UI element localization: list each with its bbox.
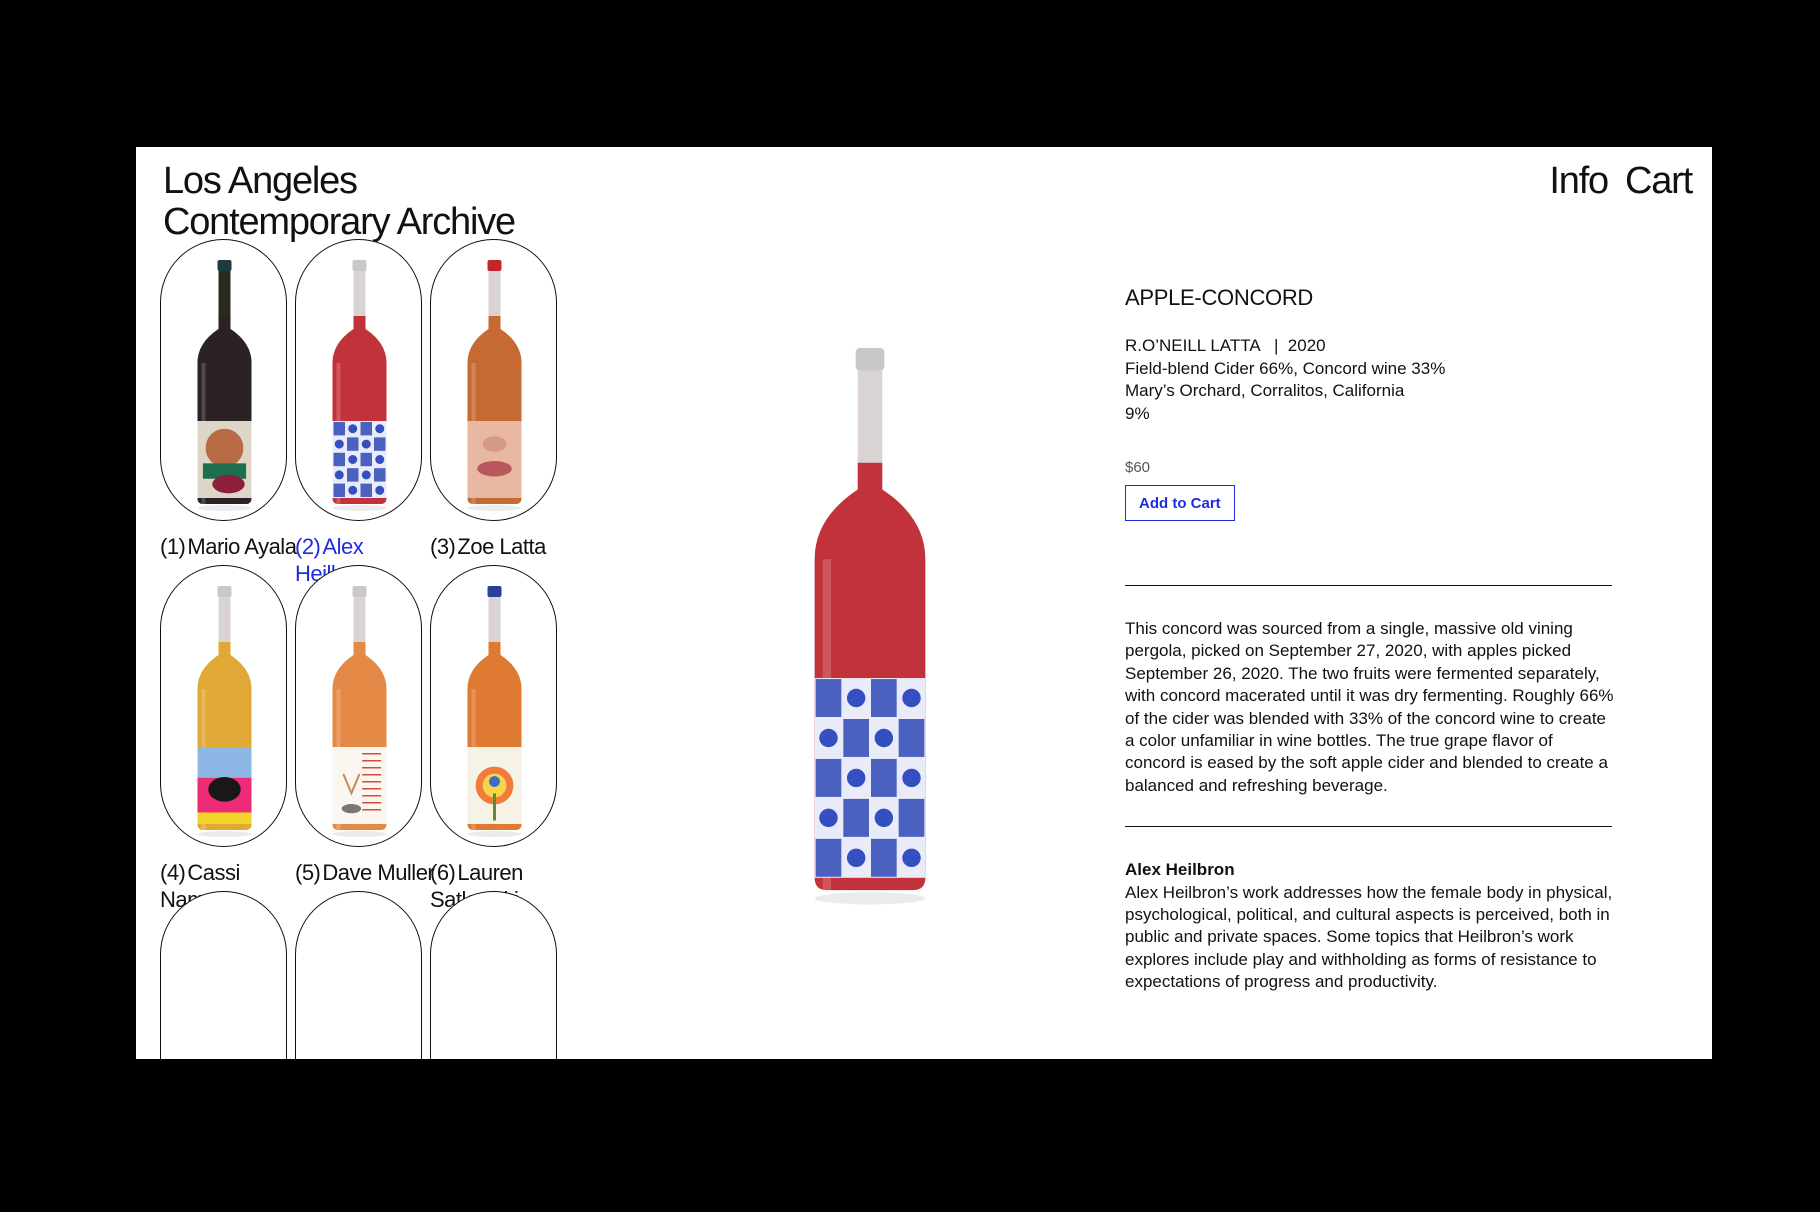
- nav-info-link[interactable]: Info: [1549, 161, 1609, 202]
- artist-number: (3): [430, 534, 456, 559]
- bottle-thumbnail[interactable]: [430, 239, 557, 521]
- artist-number: (2): [295, 534, 321, 559]
- product-price: $60: [1125, 459, 1151, 476]
- artist-name: Dave Muller: [322, 860, 435, 885]
- artist-card-label[interactable]: (5)Dave Muller: [295, 859, 445, 886]
- bottle-thumbnail[interactable]: [295, 239, 422, 521]
- artist-bio-text: Alex Heilbron’s work addresses how the f…: [1125, 882, 1613, 992]
- product-hero-image: [760, 307, 980, 927]
- bottle-thumbnail[interactable]: [160, 239, 287, 521]
- producer-line: R.O’NEILL LATTA | 2020: [1125, 336, 1326, 355]
- blend-line: Field-blend Cider 66%, Concord wine 33%: [1125, 358, 1446, 378]
- product-description: This concord was sourced from a single, …: [1125, 619, 1614, 795]
- bottle-thumbnail[interactable]: [430, 565, 557, 847]
- page-frame: Los Angeles Contemporary Archive Info Ca…: [136, 147, 1712, 1059]
- add-to-cart-button[interactable]: Add to Cart: [1125, 485, 1235, 521]
- divider: [1125, 585, 1612, 586]
- product-meta: R.O’NEILL LATTA | 2020 Field-blend Cider…: [1125, 335, 1618, 425]
- artist-number: (6): [430, 860, 456, 885]
- bottle-thumbnail[interactable]: [295, 565, 422, 847]
- product-title: APPLE-CONCORD: [1125, 285, 1314, 310]
- bottle-thumbnail-partial[interactable]: [295, 891, 422, 1059]
- top-nav: Info Cart: [1549, 161, 1693, 202]
- artist-bio-name: Alex Heilbron: [1125, 860, 1235, 880]
- product-detail: APPLE-CONCORD R.O’NEILL LATTA | 2020 Fie…: [1125, 285, 1618, 994]
- artist-number: (1): [160, 534, 186, 559]
- artist-grid: (1)Mario Ayala (2)Alex Heilbron: [136, 147, 736, 1059]
- artist-number: (5): [295, 860, 321, 885]
- origin-line: Mary’s Orchard, Corralitos, California: [1125, 381, 1405, 400]
- bottle-thumbnail-partial[interactable]: [160, 891, 287, 1059]
- abv-line: 9%: [1125, 403, 1150, 423]
- artist-name: Zoe Latta: [457, 534, 546, 559]
- divider: [1125, 826, 1612, 828]
- artist-bio-section: Alex Heilbron Alex Heilbron’s work addre…: [1125, 859, 1615, 993]
- artist-name: Mario Ayala: [187, 534, 297, 559]
- artist-number: (4): [160, 860, 186, 885]
- bottle-thumbnail[interactable]: [160, 565, 287, 847]
- artist-card-label[interactable]: (3)Zoe Latta: [430, 533, 580, 560]
- nav-cart-link[interactable]: Cart: [1625, 161, 1693, 202]
- bottle-thumbnail-partial[interactable]: [430, 891, 557, 1059]
- artist-card-label[interactable]: (1)Mario Ayala: [160, 533, 310, 560]
